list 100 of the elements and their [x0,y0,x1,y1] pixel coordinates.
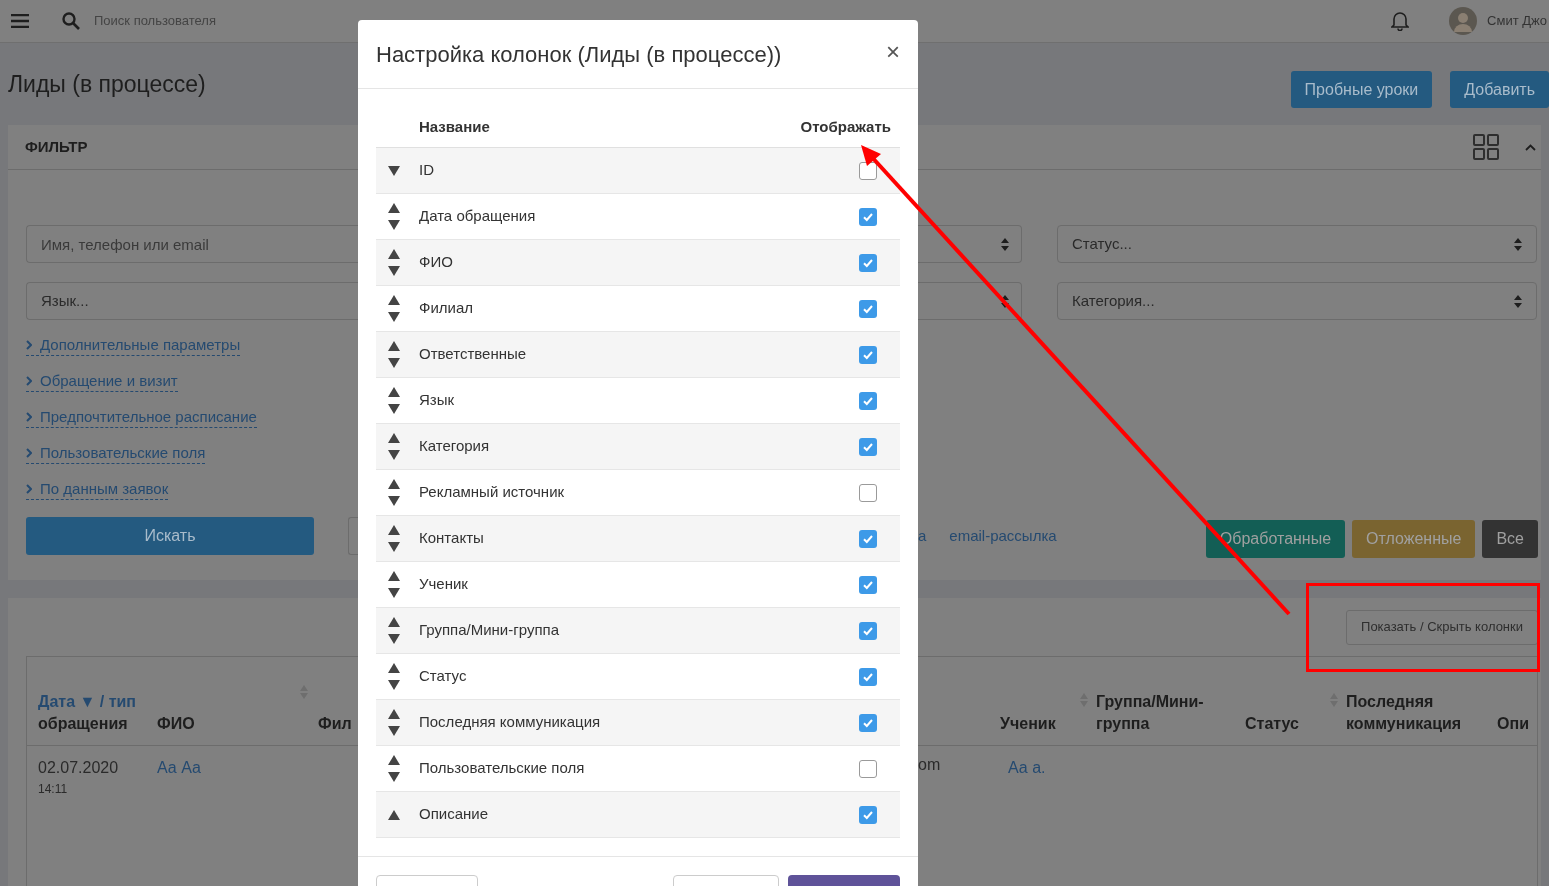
tag-link[interactable]: а [918,524,927,548]
move-down-icon[interactable] [388,312,400,322]
filter-section-link[interactable]: По данным заявок [26,478,169,500]
column-name: Категория [419,436,491,457]
select-arrows-icon [1001,237,1009,251]
checkbox[interactable] [859,391,877,410]
column-header: Последняя коммуникация [1346,692,1463,734]
search-button[interactable]: Искать [26,517,314,555]
filter-section-link[interactable]: Обращение и визит [26,370,178,392]
move-down-icon[interactable] [388,220,400,230]
column-name: Пользовательские поля [419,758,586,779]
language-select[interactable]: Язык... [26,282,358,320]
checkbox[interactable] [859,207,877,226]
checkbox[interactable] [859,575,877,594]
checkbox[interactable] [859,299,877,318]
column-header[interactable]: Ученик [1000,713,1056,735]
checkbox[interactable] [859,483,877,502]
dialog-title: Настройка колонок (Лиды (в процессе)) [376,40,782,69]
filter-title: ФИЛЬТР [25,136,88,157]
column-name: Ученик [419,574,469,595]
move-up-icon[interactable] [388,203,400,213]
chevron-right-icon [26,375,32,386]
close-button[interactable]: × [886,40,900,64]
status-filter-button[interactable]: Отложенные [1352,520,1476,558]
checkbox[interactable] [859,437,877,456]
move-up-icon[interactable] [388,617,400,627]
column-name: Группа/Мини-группа [419,620,560,641]
move-down-icon[interactable] [388,772,400,782]
move-up-icon[interactable] [388,387,400,397]
column-name: Филиал [419,298,474,319]
move-up-icon[interactable] [388,295,400,305]
select-arrows-icon [1514,294,1522,308]
status-filter-button[interactable]: Все [1482,520,1538,558]
chevron-up-icon[interactable] [1525,143,1536,151]
filter-section-link[interactable]: Предпочтительное расписание [26,406,257,428]
filter-section-link[interactable]: Пользовательские поля [26,442,206,464]
bell-icon[interactable] [1391,11,1410,31]
table-cell-text: 02.07.2020 [38,758,120,778]
column-header[interactable]: ФИО [157,713,195,735]
column-header[interactable]: Дата ▼ / тип обращения [38,691,148,735]
column-name: Статус [419,666,468,687]
column-name: Ответственные [419,344,528,365]
move-down-icon[interactable] [388,404,400,414]
page-title: Лиды (в процессе) [8,69,206,99]
checkbox[interactable] [859,713,877,732]
toggle-columns-button[interactable]: Показать / Скрыть колонки [1346,609,1538,645]
move-down-icon[interactable] [388,496,400,506]
checkbox[interactable] [859,345,877,364]
move-down-icon[interactable] [388,726,400,736]
move-up-icon[interactable] [388,755,400,765]
grid-view-icon[interactable] [1473,134,1499,160]
move-up-icon[interactable] [388,249,400,259]
column-name: Рекламный источник [419,482,566,503]
student-link[interactable]: Аа а. [1008,756,1046,780]
show-column-header: Отображать [800,116,891,137]
select-field[interactable]: Статус... [1057,225,1537,263]
status-filter-button[interactable]: Обработанные [1205,520,1346,558]
action-button[interactable]: Добавить [1450,71,1549,108]
move-down-icon[interactable] [388,358,400,368]
column-name: Контакты [419,528,485,549]
move-up-icon[interactable] [388,433,400,443]
move-up-icon[interactable] [388,525,400,535]
move-up-icon[interactable] [388,809,400,820]
column-header: Фил [318,714,352,734]
checkbox[interactable] [859,759,877,778]
table-cell-text: 14:11 [38,781,69,798]
move-down-icon[interactable] [388,542,400,552]
action-button[interactable]: Пробные уроки [1290,71,1433,108]
search-icon[interactable] [62,12,80,30]
move-down-icon[interactable] [388,680,400,690]
move-down-icon[interactable] [388,450,400,460]
search-field[interactable]: Имя, телефон или email [26,225,358,263]
menu-icon[interactable] [11,14,29,28]
checkbox[interactable] [859,805,877,824]
select-arrows-icon [1514,237,1522,251]
move-down-icon[interactable] [388,634,400,644]
chevron-right-icon [26,483,32,494]
lead-name-link[interactable]: Аа Аа [157,756,201,780]
user-search-field[interactable]: Поиск пользователя [94,11,216,31]
column-name: Язык [419,390,456,411]
checkbox[interactable] [859,667,877,686]
move-up-icon[interactable] [388,571,400,581]
move-down-icon[interactable] [388,165,400,176]
move-down-icon[interactable] [388,266,400,276]
user-name[interactable]: Смит Джо [1487,11,1549,31]
move-up-icon[interactable] [388,341,400,351]
move-up-icon[interactable] [388,479,400,489]
checkbox[interactable] [859,253,877,272]
move-up-icon[interactable] [388,709,400,719]
column-name: Дата обращения [419,206,537,227]
checkbox[interactable] [859,621,877,640]
table-cell-text: om [918,755,942,775]
checkbox[interactable] [859,529,877,548]
move-up-icon[interactable] [388,663,400,673]
column-header[interactable]: Статус [1245,713,1299,735]
filter-section-link[interactable]: Дополнительные параметры [26,334,241,356]
column-name: Последняя коммуникация [419,712,602,733]
chevron-right-icon [26,447,32,458]
tag-link[interactable]: email-рассылка [949,524,1057,548]
select-field[interactable]: Категория... [1057,282,1537,320]
